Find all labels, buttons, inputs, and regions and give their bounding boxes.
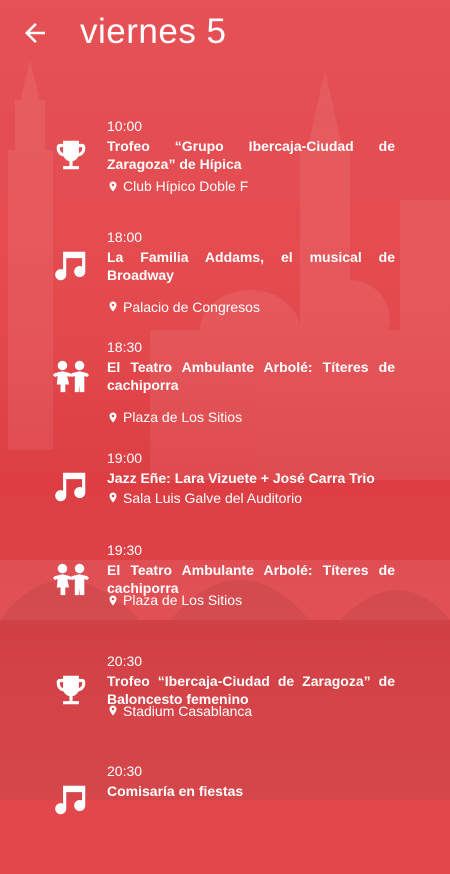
event-item[interactable]: 18:00 La Familia Addams, el musical de B… (0, 229, 450, 334)
children-icon (52, 357, 90, 395)
event-place-label: Club Hípico Doble F (123, 178, 249, 194)
event-item[interactable]: 19:30 El Teatro Ambulante Arbolé: Títere… (0, 542, 450, 647)
event-time: 19:30 (107, 542, 143, 558)
app-header: viernes 5 (0, 0, 450, 70)
event-place-label: Palacio de Congresos (123, 298, 260, 315)
event-place: Palacio de Congresos (107, 299, 260, 315)
event-name: El Teatro Ambulante Arbolé: Títeres de c… (107, 359, 395, 393)
trophy-icon (52, 136, 90, 174)
event-place: Plaza de Los Sitios (107, 592, 242, 608)
event-item[interactable]: 18:30 El Teatro Ambulante Arbolé: Títere… (0, 339, 450, 444)
event-place: Plaza de Los Sitios (107, 409, 242, 425)
music-note-icon (52, 247, 90, 285)
event-time: 18:30 (107, 339, 143, 355)
music-note-icon (52, 468, 90, 506)
event-place: Club Hípico Doble F (107, 178, 248, 194)
event-place-label: Stadium Casablanca (123, 702, 253, 719)
event-time: 10:00 (107, 118, 143, 134)
location-pin-icon (109, 705, 117, 716)
event-item[interactable]: 10:00 Trofeo “Grupo Ibercaja-Ciudad de Z… (0, 118, 450, 223)
trophy-icon (52, 671, 90, 709)
event-list: 10:00 Trofeo “Grupo Ibercaja-Ciudad de Z… (0, 118, 450, 874)
event-name: Jazz Eñe: Lara Vizuete + José Carra Trio (107, 469, 375, 486)
event-item[interactable]: 20:30 Trofeo “Ibercaja-Ciudad de Zaragoz… (0, 653, 450, 758)
music-note-icon (52, 781, 90, 819)
event-item[interactable]: 20:30 Comisaría en fiestas (0, 763, 450, 868)
event-place-label: Plaza de Los Sitios (123, 592, 243, 608)
event-name: Comisaría en fiestas (107, 783, 244, 799)
location-pin-icon (109, 301, 117, 312)
event-name: Trofeo “Grupo Ibercaja-Ciudad de Zaragoz… (107, 138, 395, 172)
event-name: La Familia Addams, el musical de Broadwa… (107, 248, 395, 283)
event-place-label: Sala Luis Galve del Auditorio (123, 489, 302, 506)
page-title: viernes 5 (80, 12, 227, 51)
event-place-label: Plaza de Los Sitios (123, 409, 243, 425)
event-time: 20:30 (107, 763, 143, 779)
children-icon (52, 560, 90, 598)
location-pin-icon (109, 412, 117, 422)
event-time: 20:30 (107, 652, 143, 669)
event-place: Stadium Casablanca (107, 703, 252, 719)
location-pin-icon (109, 492, 117, 503)
location-pin-icon (109, 595, 117, 605)
back-arrow-icon[interactable] (20, 18, 50, 48)
event-time: 19:00 (107, 449, 143, 466)
event-item[interactable]: 19:00 Jazz Eñe: Lara Vizuete + José Carr… (0, 450, 450, 537)
event-time: 18:00 (107, 228, 143, 245)
event-place: Sala Luis Galve del Auditorio (107, 490, 302, 506)
location-pin-icon (109, 181, 117, 191)
